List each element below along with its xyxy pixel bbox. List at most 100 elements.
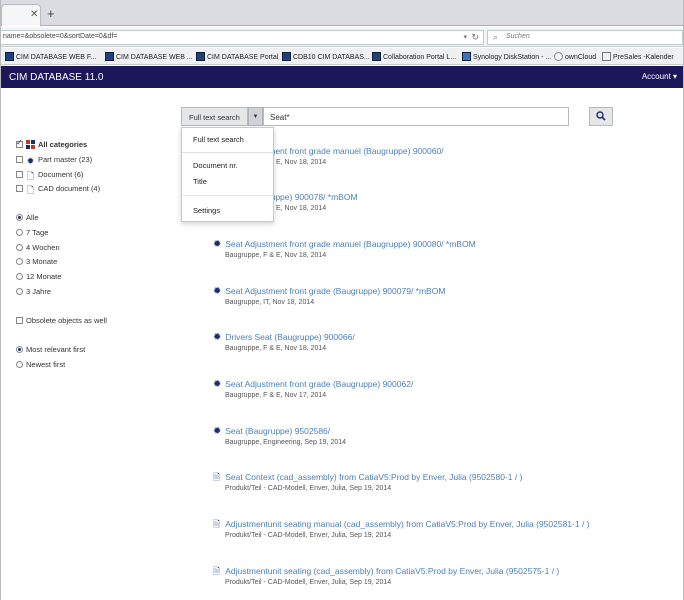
reload-icon[interactable]: ↻ xyxy=(471,32,479,43)
bookmark-icon xyxy=(282,52,291,61)
part-icon: ✹ xyxy=(213,426,222,437)
search-mode-button[interactable]: Full text search xyxy=(181,107,248,126)
filter-document[interactable]: 🗋 Document (6) xyxy=(16,170,83,181)
result-title[interactable]: Drivers Seat (Baugruppe) 900066/ xyxy=(225,332,354,342)
bookmark-label: CIM DATABASE Portal xyxy=(207,54,279,61)
search-icon: ⌕ xyxy=(493,32,499,42)
part-icon: ✹ xyxy=(213,286,222,297)
menu-item-settings[interactable]: Settings xyxy=(193,206,220,215)
radio[interactable] xyxy=(16,273,23,280)
search-mode-dropdown-button[interactable]: ▼ xyxy=(248,107,263,126)
document-icon: 🗋 xyxy=(26,171,35,181)
url-dropdown-icon[interactable]: ▾ xyxy=(463,33,467,41)
synology-icon xyxy=(462,52,471,61)
result-subtitle: Produkt/Teil - CAD-Modell, Enver, Julia,… xyxy=(225,532,392,539)
bookmark-item[interactable]: CIM DATABASE WEB ... xyxy=(105,52,193,61)
bookmark-item[interactable]: Synology DiskStation - ... xyxy=(462,52,551,61)
result-title[interactable]: Seat (Baugruppe) 9502586/ xyxy=(225,426,330,436)
bookmark-item[interactable]: CIM DATABASE Portal xyxy=(196,52,278,61)
result-title[interactable]: Adjustmentunit seating manual (cad_assem… xyxy=(225,519,589,529)
magnifier-icon xyxy=(596,111,606,121)
period-option[interactable]: 7 Tage xyxy=(16,228,48,237)
menu-divider xyxy=(182,152,273,153)
result-title[interactable]: Adjustmentunit seating (cad_assembly) fr… xyxy=(225,566,559,576)
bookmarks-bar: CIM DATABASE WEB F... CIM DATABASE WEB .… xyxy=(1,48,683,65)
radio[interactable] xyxy=(16,361,23,368)
browser-search-field[interactable]: ⌕ Suchen xyxy=(487,30,683,45)
sort-option[interactable]: Newest first xyxy=(16,360,65,369)
result-item[interactable]: ✹ Seat Adjustment front grade manuel (Ba… xyxy=(213,239,476,259)
result-item[interactable]: 🗎 Adjustmentunit seating manual (cad_ass… xyxy=(213,519,590,539)
filter-cad-document[interactable]: 🗋 CAD document (4) xyxy=(16,184,100,195)
gear-icon: ✹ xyxy=(26,156,35,166)
obsolete-option[interactable]: Obsolete objects as well xyxy=(16,316,107,325)
cad-document-icon: 🗎 xyxy=(213,519,221,529)
period-option[interactable]: Alle xyxy=(16,213,39,222)
sort-option[interactable]: Most relevant first xyxy=(16,345,85,354)
radio[interactable] xyxy=(16,214,23,221)
result-item[interactable]: ✹ Seat (Baugruppe) 9502586/Baugruppe, En… xyxy=(213,426,346,446)
filter-all-categories[interactable]: All categories xyxy=(16,138,87,149)
result-subtitle: Baugruppe, F & E, Nov 18, 2014 xyxy=(225,345,327,352)
new-tab-icon[interactable]: + xyxy=(47,6,55,21)
bookmark-item[interactable]: PreSales -Kalender xyxy=(602,52,674,61)
cad-document-icon: 🗋 xyxy=(26,185,35,195)
checkbox[interactable] xyxy=(16,317,23,324)
period-option[interactable]: 3 Monate xyxy=(16,257,57,266)
bookmark-item[interactable]: CDB10 CIM DATABAS... xyxy=(282,52,370,61)
result-title[interactable]: Seat Adjustment front grade (Baugruppe) … xyxy=(225,379,413,389)
period-option[interactable]: 12 Monate xyxy=(16,272,61,281)
search-input[interactable]: Seat* xyxy=(263,107,569,126)
bookmark-label: CIM DATABASE WEB ... xyxy=(116,54,193,61)
cad-document-icon: 🗎 xyxy=(213,472,221,482)
browser-search-placeholder: Suchen xyxy=(506,33,530,40)
account-menu[interactable]: Account ▾ xyxy=(642,72,677,81)
period-option[interactable]: 3 Jahre xyxy=(16,287,51,296)
result-item[interactable]: 🗎 Adjustmentunit seating (cad_assembly) … xyxy=(213,566,559,586)
radio[interactable] xyxy=(16,288,23,295)
filter-label: Part master (23) xyxy=(38,155,93,164)
result-title[interactable]: Seat Adjustment front grade (Baugruppe) … xyxy=(225,286,445,296)
bookmark-icon xyxy=(196,52,205,61)
result-item[interactable]: ✹ Seat Adjustment front grade (Baugruppe… xyxy=(213,286,445,306)
close-tab-icon[interactable]: ✕ xyxy=(30,9,38,20)
search-button[interactable] xyxy=(589,107,613,126)
url-text: name=&obsolete=0&sortDate=0&df= xyxy=(3,33,118,40)
radio[interactable] xyxy=(16,258,23,265)
menu-item-full-text[interactable]: Full text search xyxy=(193,135,244,144)
navigation-bar: name=&obsolete=0&sortDate=0&df= ▾ ↻ ⌕ Su… xyxy=(1,27,683,47)
result-item[interactable]: ✹ Seat Adjustment front grade (Baugruppe… xyxy=(213,379,413,399)
checkbox[interactable] xyxy=(16,156,23,163)
result-subtitle: Baugruppe, Engineering, Sep 19, 2014 xyxy=(225,439,347,446)
result-title[interactable]: Seat Context (cad_assembly) from CatiaV5… xyxy=(225,472,522,482)
menu-item-document-nr[interactable]: Document nr. xyxy=(193,161,238,170)
period-label: Alle xyxy=(26,213,39,222)
filter-part-master[interactable]: ✹ Part master (23) xyxy=(16,155,92,166)
search-bar: Full text search ▼ Seat* xyxy=(181,107,613,126)
app-header: CIM DATABASE 11.0 Account ▾ xyxy=(1,66,683,88)
bookmark-item[interactable]: ownCloud xyxy=(554,52,596,61)
result-title[interactable]: Seat Adjustment front grade manuel (Baug… xyxy=(225,239,475,249)
radio[interactable] xyxy=(16,244,23,251)
part-icon: ✹ xyxy=(213,239,222,250)
radio[interactable] xyxy=(16,229,23,236)
owncloud-icon xyxy=(554,52,563,61)
part-icon: ✹ xyxy=(213,332,222,343)
bookmark-item[interactable]: CIM DATABASE WEB F... xyxy=(5,52,96,61)
result-item[interactable]: 🗎 Seat Context (cad_assembly) from Catia… xyxy=(213,472,522,492)
result-subtitle: Produkt/Teil - CAD-Modell, Enver, Julia,… xyxy=(225,485,392,492)
url-field[interactable]: name=&obsolete=0&sortDate=0&df= ▾ ↻ xyxy=(1,30,484,45)
period-label: 3 Jahre xyxy=(26,287,52,296)
radio[interactable] xyxy=(16,346,23,353)
checkbox[interactable] xyxy=(16,185,23,192)
period-option[interactable]: 4 Wochen xyxy=(16,243,60,252)
checkbox[interactable] xyxy=(16,171,23,178)
browser-tab[interactable]: ✕ xyxy=(1,4,41,26)
caret-down-icon: ▼ xyxy=(252,114,259,120)
bookmark-item[interactable]: Collaboration Portal L... xyxy=(372,52,456,61)
checkbox[interactable] xyxy=(16,138,23,148)
menu-item-title[interactable]: Title xyxy=(193,177,207,186)
bookmark-label: ownCloud xyxy=(565,54,597,61)
result-item[interactable]: ✹ Drivers Seat (Baugruppe) 900066/Baugru… xyxy=(213,332,355,352)
result-subtitle: Baugruppe, IT, Nov 18, 2014 xyxy=(225,299,315,306)
